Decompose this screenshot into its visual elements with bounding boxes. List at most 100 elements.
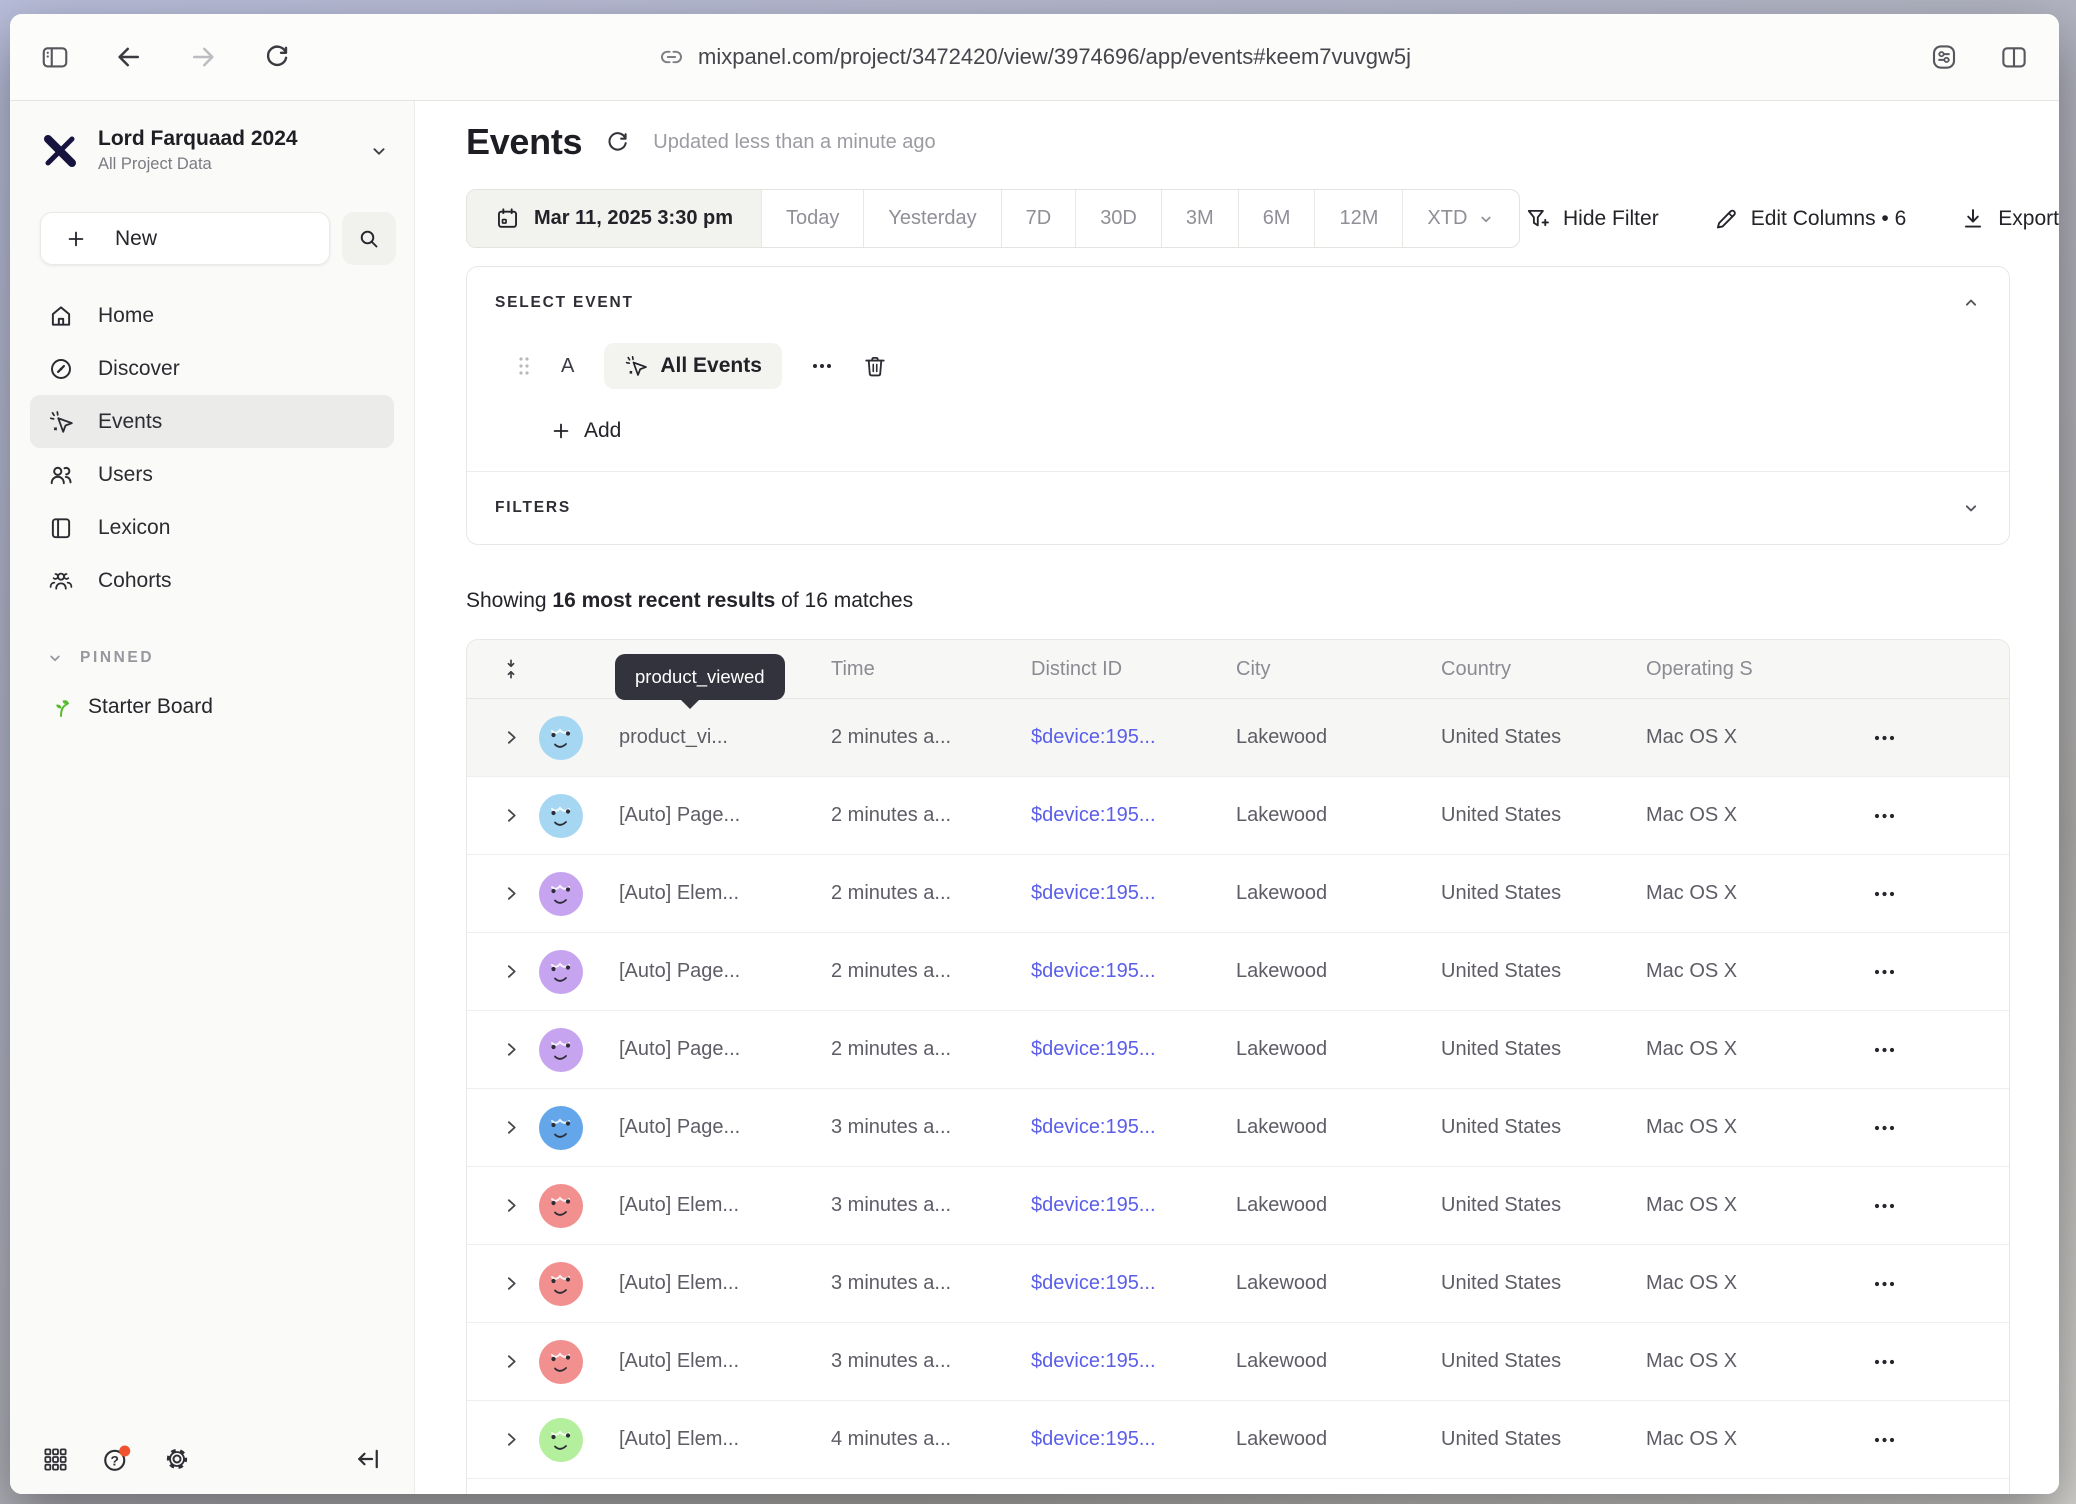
sidebar-item-home[interactable]: Home [30,289,394,342]
row-expander[interactable] [483,1197,539,1214]
row-menu-button[interactable] [1846,735,2009,741]
event-time: 3 minutes a... [831,1116,1031,1139]
sidebar-item-users[interactable]: Users [30,448,394,501]
distinct-id-link[interactable]: $device:195... [1031,960,1236,983]
row-menu-button[interactable] [1846,1437,2009,1443]
avatar-face-icon [539,1418,583,1462]
edit-columns-button[interactable]: Edit Columns • 6 [1713,206,1907,232]
project-name: Lord Farquaad 2024 [98,127,298,151]
sidebar-item-lexicon[interactable]: Lexicon [30,501,394,554]
row-menu-button[interactable] [1846,891,2009,897]
new-button[interactable]: New [40,212,330,265]
table-row[interactable]: [Auto] Elem... 4 minutes a... $device:19… [467,1479,2009,1494]
browser-reload-button[interactable] [262,42,292,72]
event-selector-chip[interactable]: All Events [604,343,782,389]
row-expander[interactable] [483,885,539,902]
browser-sidebar-toggle-button[interactable] [40,42,70,72]
add-event-button[interactable]: Add [550,419,621,443]
row-expander[interactable] [483,1275,539,1292]
column-header-country[interactable]: Country [1441,658,1646,681]
range-7d[interactable]: 7D [1001,190,1076,247]
row-menu-button[interactable] [1846,1359,2009,1365]
distinct-id-link[interactable]: $device:195... [1031,1272,1236,1295]
distinct-id-link[interactable]: $device:195... [1031,1038,1236,1061]
row-menu-button[interactable] [1846,1281,2009,1287]
table-row[interactable]: [Auto] Elem... 3 minutes a... $device:19… [467,1245,2009,1323]
table-row[interactable]: [Auto] Page... 2 minutes a... $device:19… [467,777,2009,855]
table-row[interactable]: [Auto] Page... 2 minutes a... $device:19… [467,1011,2009,1089]
country-cell: United States [1441,1272,1646,1295]
pinned-section-header[interactable]: PINNED [10,649,414,667]
expand-filters-button[interactable] [1961,498,1981,518]
event-time: 2 minutes a... [831,726,1031,749]
event-time: 2 minutes a... [831,804,1031,827]
range-30d[interactable]: 30D [1075,190,1161,247]
distinct-id-link[interactable]: $device:195... [1031,1194,1236,1217]
column-header-distinct-id[interactable]: Distinct ID [1031,658,1236,681]
collapse-section-button[interactable] [1961,293,1981,313]
browser-split-view-button[interactable] [1999,42,2029,72]
export-button[interactable]: Export [1960,206,2059,232]
row-menu-button[interactable] [1846,1203,2009,1209]
help-button[interactable]: ? [101,1444,131,1474]
project-switcher[interactable]: Lord Farquaad 2024 All Project Data [10,127,414,174]
row-expander[interactable] [483,807,539,824]
event-more-button[interactable] [812,363,832,369]
distinct-id-link[interactable]: $device:195... [1031,804,1236,827]
table-row[interactable]: [Auto] Elem... 3 minutes a... $device:19… [467,1167,2009,1245]
drag-handle-icon[interactable] [517,355,531,377]
refresh-button[interactable] [604,129,631,156]
table-row[interactable]: [Auto] Elem... 3 minutes a... $device:19… [467,1323,2009,1401]
table-row[interactable]: product_vi... 2 minutes a... $device:195… [467,699,2009,777]
more-dots-icon [1874,1437,1895,1443]
distinct-id-link[interactable]: $device:195... [1031,1350,1236,1373]
table-row[interactable]: [Auto] Page... 3 minutes a... $device:19… [467,1089,2009,1167]
row-expander[interactable] [483,963,539,980]
row-menu-button[interactable] [1846,1125,2009,1131]
range-xtd[interactable]: XTD [1402,190,1519,247]
table-row[interactable]: [Auto] Elem... 4 minutes a... $device:19… [467,1401,2009,1479]
column-header-city[interactable]: City [1236,658,1441,681]
collapse-sidebar-button[interactable] [354,1445,382,1473]
row-menu-button[interactable] [1846,1047,2009,1053]
range-yesterday[interactable]: Yesterday [863,190,1000,247]
sidebar-item-starter-board[interactable]: Starter Board [10,695,414,719]
range-today[interactable]: Today [761,190,863,247]
row-expander[interactable] [483,1041,539,1058]
distinct-id-link[interactable]: $device:195... [1031,1116,1236,1139]
table-row[interactable]: [Auto] Elem... 2 minutes a... $device:19… [467,855,2009,933]
chevron-down-icon [1477,210,1495,228]
row-expander[interactable] [483,1119,539,1136]
os-cell: Mac OS X [1646,1038,1846,1061]
column-header-time[interactable]: Time [831,658,1031,681]
search-button[interactable] [342,212,396,265]
browser-page-settings-button[interactable] [1929,42,1959,72]
settings-button[interactable] [163,1445,191,1473]
range-6m[interactable]: 6M [1238,190,1315,247]
distinct-id-link[interactable]: $device:195... [1031,1428,1236,1451]
delete-event-button[interactable] [862,353,888,379]
apps-grid-button[interactable] [42,1446,69,1473]
city-cell: Lakewood [1236,1116,1441,1139]
address-bar[interactable]: mixpanel.com/project/3472420/view/397469… [658,44,1411,70]
range-12m[interactable]: 12M [1314,190,1402,247]
row-menu-button[interactable] [1846,813,2009,819]
date-picker-button[interactable]: Mar 11, 2025 3:30 pm [467,190,761,247]
os-cell: Mac OS X [1646,1428,1846,1451]
browser-forward-button[interactable] [188,42,218,72]
browser-back-button[interactable] [114,42,144,72]
column-header-os[interactable]: Operating S [1646,658,1846,681]
row-expander[interactable] [483,1431,539,1448]
sidebar-item-cohorts[interactable]: Cohorts [30,554,394,607]
collapse-all-rows-button[interactable] [483,658,539,680]
hide-filter-button[interactable]: Hide Filter [1525,206,1659,232]
table-row[interactable]: [Auto] Page... 2 minutes a... $device:19… [467,933,2009,1011]
sidebar-item-discover[interactable]: Discover [30,342,394,395]
distinct-id-link[interactable]: $device:195... [1031,882,1236,905]
row-menu-button[interactable] [1846,969,2009,975]
row-expander[interactable] [483,729,539,746]
range-3m[interactable]: 3M [1161,190,1238,247]
sidebar-item-events[interactable]: Events [30,395,394,448]
distinct-id-link[interactable]: $device:195... [1031,726,1236,749]
row-expander[interactable] [483,1353,539,1370]
